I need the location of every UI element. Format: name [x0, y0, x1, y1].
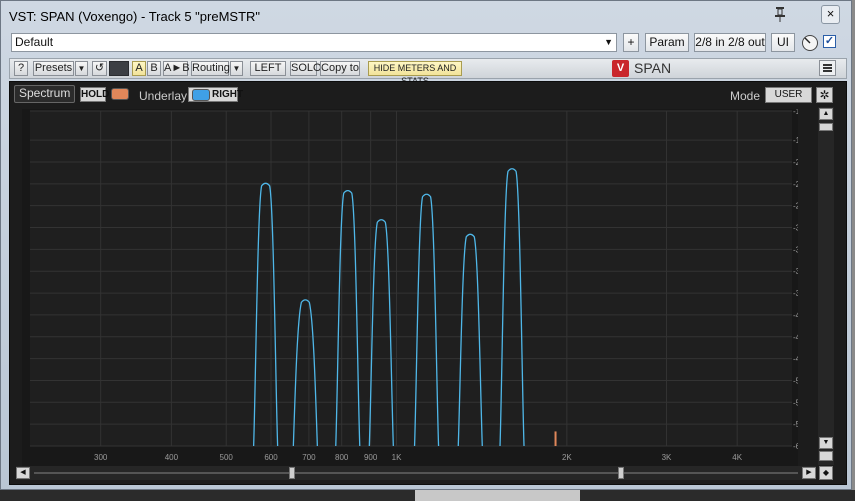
- y-tick-label: -21: [793, 158, 798, 167]
- x-tick-label: 2K: [562, 453, 572, 462]
- y-tick-label: -45: [793, 333, 798, 342]
- underlay-right-label: RIGHT: [212, 89, 244, 100]
- scroll-right-icon[interactable]: ▶: [802, 467, 816, 479]
- y-tick-label: -51: [793, 376, 798, 385]
- b-slot-button[interactable]: B: [147, 61, 161, 76]
- mode-label: Mode: [730, 89, 761, 103]
- y-tick-label: -39: [793, 289, 798, 298]
- y-tick-label: -14: [793, 109, 798, 116]
- left-channel-button[interactable]: LEFT: [250, 61, 286, 76]
- io-config-button[interactable]: 2/8 in 2/8 out: [694, 33, 766, 52]
- scroll-up-icon[interactable]: ▲: [819, 108, 833, 120]
- tab-spectrum[interactable]: Spectrum: [14, 85, 76, 103]
- routing-dropdown-icon[interactable]: ▼: [230, 61, 243, 76]
- zoom-reset-icon[interactable]: ◆: [819, 466, 833, 480]
- menu-icon[interactable]: [819, 60, 836, 76]
- x-tick-label: 600: [264, 453, 278, 462]
- host-background: [0, 490, 855, 501]
- solo-button[interactable]: SOLO: [290, 61, 322, 76]
- plugin-window: VST: SPAN (Voxengo) - Track 5 "preMSTR" …: [0, 0, 852, 490]
- help-button[interactable]: ?: [14, 61, 28, 76]
- x-tick-label: 4K: [732, 453, 742, 462]
- a-slot-button[interactable]: A: [132, 61, 146, 76]
- scroll-track[interactable]: [34, 472, 798, 474]
- range-start-handle[interactable]: [289, 467, 295, 479]
- x-tick-label: 800: [335, 453, 349, 462]
- underlay-right-button[interactable]: RIGHT: [188, 87, 243, 102]
- wet-knob-icon[interactable]: [801, 34, 819, 52]
- copy-to-button[interactable]: Copy to: [320, 61, 360, 76]
- x-tick-label: 300: [94, 453, 108, 462]
- routing-button[interactable]: Routing: [191, 61, 230, 76]
- redo-button[interactable]: [109, 61, 129, 76]
- x-tick-label: 700: [302, 453, 316, 462]
- y-tick-label: -27: [793, 202, 798, 211]
- param-button[interactable]: Param: [645, 33, 689, 52]
- presets-dropdown-icon[interactable]: ▼: [75, 61, 88, 76]
- voxengo-logo-icon: V: [612, 60, 629, 77]
- right-color-swatch: [192, 89, 210, 101]
- hide-meters-button[interactable]: HIDE METERS AND STATS: [368, 61, 462, 86]
- ui-button[interactable]: UI: [771, 33, 795, 52]
- enable-checkbox[interactable]: ✓: [823, 35, 836, 48]
- scroll-thumb-top[interactable]: [819, 123, 833, 131]
- y-tick-label: -42: [793, 311, 798, 320]
- scroll-left-icon[interactable]: ◀: [16, 467, 30, 479]
- plot-area: [30, 111, 792, 446]
- horizontal-scrollbar[interactable]: ◀ ▶: [16, 466, 816, 480]
- y-tick-label: -36: [793, 267, 798, 276]
- x-tick-label: 1K: [392, 453, 402, 462]
- y-tick-label: -24: [793, 180, 798, 189]
- pin-icon[interactable]: [773, 6, 787, 22]
- mode-select[interactable]: USER: [765, 87, 812, 103]
- presets-button[interactable]: Presets: [33, 61, 74, 76]
- preset-value: Default: [15, 35, 54, 49]
- host-background-panel: [415, 490, 580, 501]
- y-tick-label: -60: [793, 442, 798, 451]
- add-preset-button[interactable]: +: [623, 33, 639, 52]
- x-tick-label: 400: [165, 453, 179, 462]
- x-tick-label: 500: [220, 453, 234, 462]
- settings-gear-icon[interactable]: ✲: [816, 87, 833, 103]
- host-toolbar: Default ▼ + Param 2/8 in 2/8 out UI ✓: [9, 32, 847, 54]
- y-tick-label: -33: [793, 245, 798, 254]
- undo-icon[interactable]: ↺: [92, 61, 107, 76]
- y-tick-label: -48: [793, 355, 798, 364]
- preset-select[interactable]: Default ▼: [11, 33, 617, 52]
- chevron-down-icon: ▼: [604, 37, 613, 47]
- title-bar[interactable]: VST: SPAN (Voxengo) - Track 5 "preMSTR" …: [1, 1, 851, 31]
- window-title: VST: SPAN (Voxengo) - Track 5 "preMSTR": [9, 9, 261, 24]
- vertical-scrollbar[interactable]: ▲ ▼: [818, 107, 834, 465]
- close-button[interactable]: ×: [821, 5, 840, 24]
- y-tick-label: -30: [793, 224, 798, 233]
- spectrum-panel: Spectrum HOLD Underlay RIGHT Mode USER ✲…: [9, 81, 847, 485]
- hold-color-swatch[interactable]: [111, 88, 129, 100]
- spectrum-plot[interactable]: 300 400 500 600 700 800 900 1K 2K 3K 4K -14 -18 -21 -2…: [22, 109, 798, 467]
- scroll-thumb-bottom[interactable]: [819, 451, 833, 461]
- x-tick-label: 900: [364, 453, 378, 462]
- product-name: SPAN: [634, 60, 672, 76]
- underlay-label: Underlay: [139, 89, 188, 103]
- hold-button[interactable]: HOLD: [80, 87, 109, 102]
- scroll-down-icon[interactable]: ▼: [819, 437, 833, 449]
- y-tick-label: -18: [793, 136, 798, 145]
- a-to-b-button[interactable]: A►B: [163, 61, 190, 76]
- x-tick-label: 3K: [662, 453, 672, 462]
- y-tick-label: -54: [793, 398, 798, 407]
- plugin-toolbar: ? Presets ▼ ↺ A B A►B Routing ▼ LEFT SOL…: [9, 58, 847, 86]
- y-tick-label: -57: [793, 420, 798, 429]
- range-end-handle[interactable]: [618, 467, 624, 479]
